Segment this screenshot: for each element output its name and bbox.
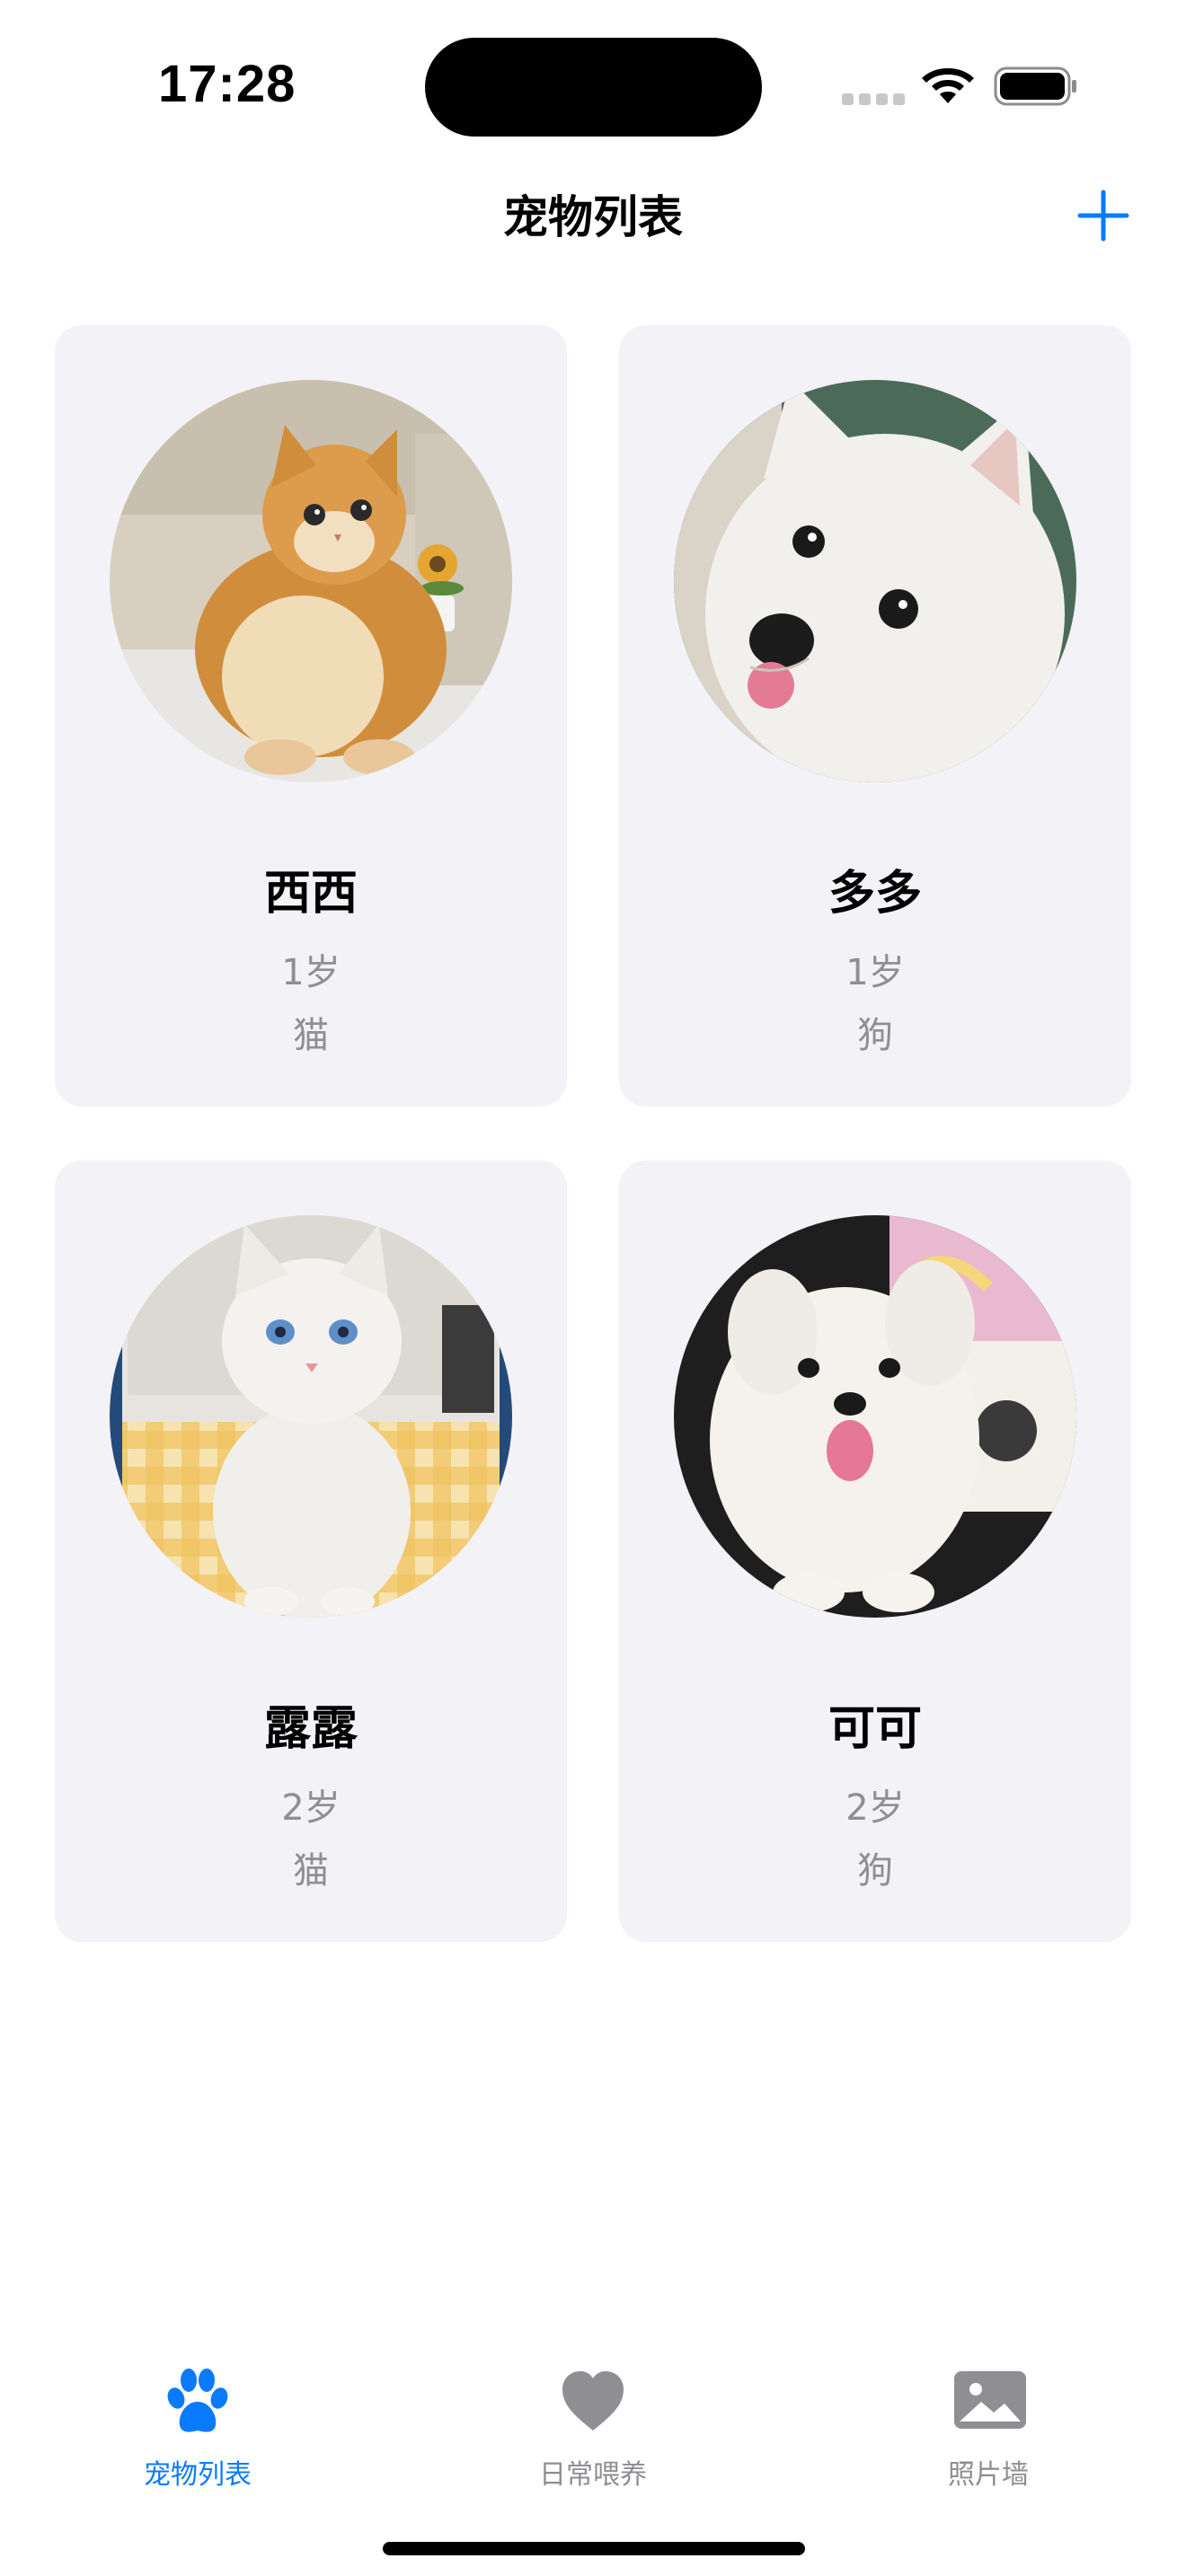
tab-pet-list[interactable]: 宠物列表 — [81, 2366, 314, 2492]
pet-age: 1岁 — [281, 952, 341, 993]
home-indicator[interactable] — [383, 2542, 805, 2555]
white-cat-photo — [110, 1215, 512, 1618]
pet-type: 猫 — [293, 1850, 329, 1892]
white-dog-photo — [674, 380, 1076, 782]
pet-name: 多多 — [828, 867, 922, 921]
status-bar: 17:28 — [0, 0, 1186, 162]
pet-age: 2岁 — [281, 1787, 341, 1829]
pet-type: 猫 — [293, 1015, 329, 1056]
orange-kitten-photo — [110, 380, 512, 782]
photo-icon — [954, 2371, 1026, 2429]
add-pet-button[interactable] — [1075, 187, 1132, 244]
dynamic-island — [425, 38, 762, 137]
tab-label: 宠物列表 — [144, 2459, 252, 2491]
pet-card[interactable]: 可可 2岁 狗 — [619, 1160, 1131, 1942]
battery-icon — [994, 66, 1076, 106]
pet-card[interactable]: 西西 1岁 猫 — [55, 325, 567, 1107]
pet-card[interactable]: 多多 1岁 狗 — [619, 325, 1131, 1107]
pet-name: 露露 — [263, 1702, 358, 1756]
pet-type: 狗 — [857, 1015, 893, 1056]
pet-name: 西西 — [263, 867, 358, 921]
pet-card[interactable]: 露露 2岁 猫 — [55, 1160, 567, 1942]
plus-icon — [1077, 190, 1129, 242]
fluffy-puppy-photo — [674, 1215, 1076, 1618]
paw-icon — [167, 2369, 228, 2432]
pet-age: 2岁 — [845, 1787, 905, 1829]
tab-bar: 宠物列表 日常喂养 照片墙 — [0, 2335, 1186, 2576]
pet-type: 狗 — [857, 1850, 893, 1892]
pet-name: 可可 — [828, 1702, 922, 1756]
tab-photo-wall[interactable]: 照片墙 — [872, 2366, 1105, 2492]
tab-label: 日常喂养 — [539, 2459, 647, 2491]
cellular-signal-icon — [842, 93, 907, 106]
page-title: 宠物列表 — [503, 191, 683, 243]
tab-label: 照片墙 — [948, 2459, 1029, 2491]
navigation-bar: 宠物列表 — [0, 162, 1186, 269]
pet-age: 1岁 — [845, 952, 905, 993]
heart-icon — [562, 2371, 624, 2430]
status-time: 17:28 — [158, 55, 296, 113]
wifi-icon — [922, 68, 974, 103]
tab-daily-feeding[interactable]: 日常喂养 — [476, 2366, 710, 2492]
